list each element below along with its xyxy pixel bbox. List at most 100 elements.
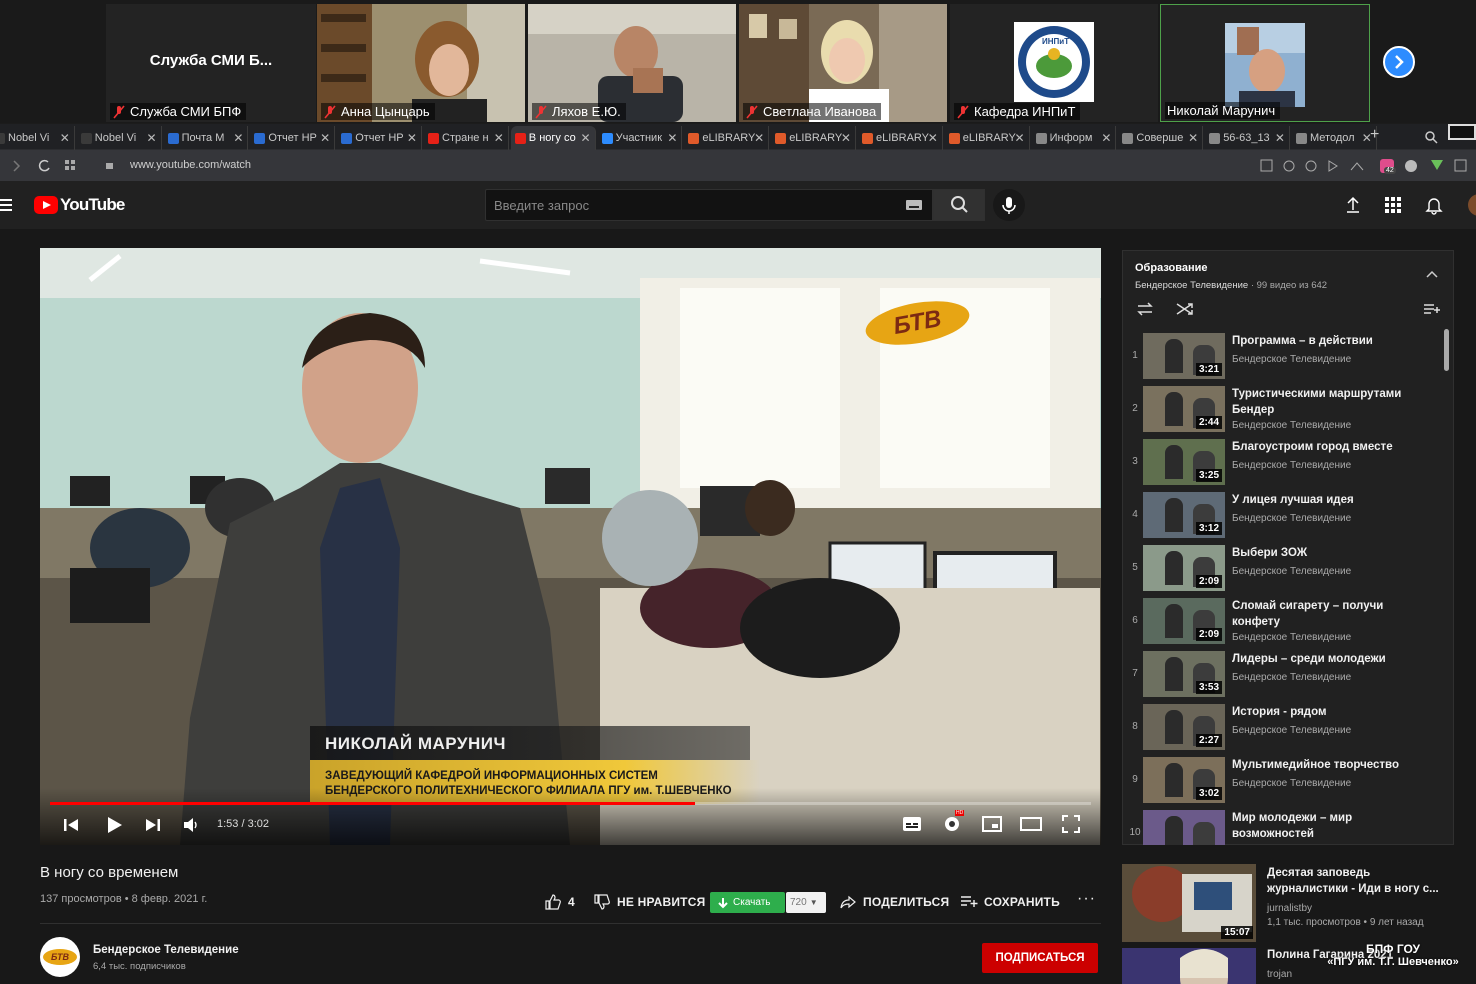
- tab-close-icon[interactable]: ✕: [754, 126, 764, 150]
- like-button[interactable]: 4: [544, 894, 575, 910]
- browser-tab[interactable]: Соверше ✕: [1118, 126, 1204, 150]
- dropdown-caret-icon: ▼: [809, 898, 818, 907]
- loop-icon[interactable]: [1135, 301, 1155, 317]
- tab-close-icon[interactable]: ✕: [928, 126, 938, 150]
- browser-tab[interactable]: Информ ✕: [1032, 126, 1117, 150]
- browser-tab[interactable]: Почта М ✕: [164, 126, 249, 150]
- shuffle-icon[interactable]: [1175, 301, 1195, 317]
- tab-favicon-icon: [1209, 132, 1221, 144]
- playlist-item[interactable]: 6 2:09 Сломай сигарету – получи конфету Бен…: [1123, 598, 1441, 650]
- settings-gear-icon[interactable]: [942, 814, 962, 834]
- playlist-item[interactable]: 2 2:44 Туристическими маршрутами Бендер Бен…: [1123, 386, 1441, 438]
- participant-tile[interactable]: Служба СМИ Б... Служба СМИ БПФ: [106, 4, 316, 122]
- url-field[interactable]: www.youtube.com/watch: [130, 159, 251, 171]
- window-controls[interactable]: [1448, 124, 1476, 140]
- channel-name[interactable]: Бендерское Телевидение: [93, 944, 239, 956]
- notifications-bell-icon[interactable]: [1424, 195, 1444, 215]
- youtube-logo[interactable]: YouTube: [34, 195, 125, 215]
- tab-search-icon[interactable]: [1424, 130, 1438, 144]
- related-video[interactable]: 15:07 Десятая заповедь журналистики - Ид…: [1122, 864, 1452, 942]
- browser-tab[interactable]: eLIBRARY ✕: [771, 126, 856, 150]
- apps-icon[interactable]: [1384, 196, 1402, 214]
- playlist-item[interactable]: 1 3:21 Программа – в действии Бендерское Те…: [1123, 333, 1441, 385]
- browser-tab[interactable]: eLIBRARY ✕: [858, 126, 943, 150]
- toolbar-extension-icons[interactable]: [1255, 156, 1475, 176]
- participant-tile[interactable]: ИНПиТ Кафедра ИНПиТ: [950, 4, 1158, 122]
- save-button[interactable]: СОХРАНИТЬ: [960, 894, 1060, 910]
- participant-tile[interactable]: Ляхов Е.Ю.: [528, 4, 736, 122]
- dislike-button[interactable]: НЕ НРАВИТСЯ: [593, 894, 705, 910]
- playlist-scrollbar[interactable]: [1444, 329, 1449, 371]
- tab-close-icon[interactable]: ✕: [233, 126, 243, 150]
- fullscreen-icon[interactable]: [1062, 815, 1080, 833]
- browser-tab[interactable]: Nobel Vi ✕: [0, 126, 75, 150]
- playlist-item[interactable]: 5 2:09 Выбери ЗОЖ Бендерское Телевидение: [1123, 545, 1441, 597]
- new-tab-button[interactable]: +: [1370, 126, 1379, 144]
- next-icon[interactable]: [144, 816, 162, 834]
- browser-tab[interactable]: В ногу со ✕: [510, 126, 596, 150]
- search-box[interactable]: [485, 189, 933, 221]
- tab-close-icon[interactable]: ✕: [1188, 126, 1198, 150]
- next-page-button[interactable]: [1383, 46, 1415, 78]
- upload-icon[interactable]: [1343, 195, 1363, 215]
- browser-tab[interactable]: eLIBRARY ✕: [684, 126, 770, 150]
- previous-icon[interactable]: [62, 816, 80, 834]
- account-avatar[interactable]: [1468, 194, 1476, 216]
- search-input[interactable]: [486, 190, 896, 220]
- tab-close-icon[interactable]: ✕: [407, 126, 417, 150]
- theater-mode-icon[interactable]: [1020, 817, 1042, 831]
- tab-close-icon[interactable]: ✕: [667, 126, 677, 150]
- playlist-item[interactable]: 3 3:25 Благоустроим город вместе Бендерское…: [1123, 439, 1441, 491]
- tab-close-icon[interactable]: ✕: [494, 126, 504, 150]
- voice-search-button[interactable]: [993, 189, 1025, 221]
- collapse-chevron-icon[interactable]: [1425, 269, 1439, 279]
- progress-bar[interactable]: [50, 802, 1091, 805]
- browser-tab[interactable]: Nobel Vi ✕: [77, 126, 162, 150]
- browser-tab[interactable]: eLIBRARY ✕: [945, 126, 1030, 150]
- browser-tab[interactable]: Отчет НР ✕: [250, 126, 336, 150]
- video-player[interactable]: БТВ НИКОЛАЙ МАРУНИЧ ЗАВЕДУЮЩИЙ КАФЕДРОЙ …: [40, 248, 1101, 845]
- tab-close-icon[interactable]: ✕: [1275, 126, 1285, 150]
- subscribe-button[interactable]: ПОДПИСАТЬСЯ: [982, 943, 1098, 973]
- miniplayer-icon[interactable]: [982, 816, 1002, 832]
- channel-avatar[interactable]: БТВ: [40, 937, 80, 977]
- tab-label: eLIBRARY: [876, 132, 929, 144]
- save-playlist-icon[interactable]: [1423, 303, 1441, 315]
- thumbnail-figure: [1165, 551, 1183, 585]
- tab-close-icon[interactable]: ✕: [320, 126, 330, 150]
- playlist-item[interactable]: 9 3:02 Мультимедийное творчество Бендерское…: [1123, 757, 1441, 809]
- playlist-title[interactable]: Образование: [1135, 262, 1208, 274]
- quality-select[interactable]: 720 ▼: [786, 892, 826, 913]
- volume-icon[interactable]: [182, 817, 200, 833]
- playlist-item[interactable]: 10 Мир молодежи – мир возможностей: [1123, 810, 1441, 845]
- subtitles-icon[interactable]: [902, 816, 922, 832]
- browser-tab[interactable]: Методол ✕: [1292, 126, 1377, 150]
- tab-close-icon[interactable]: ✕: [1015, 126, 1025, 150]
- playlist-item[interactable]: 7 3:53 Лидеры – среди молодежи Бендерское Т…: [1123, 651, 1441, 703]
- tab-close-icon[interactable]: ✕: [1101, 126, 1111, 150]
- video-duration: 2:27: [1195, 734, 1222, 747]
- tab-close-icon[interactable]: ✕: [147, 126, 157, 150]
- browser-address-bar: www.youtube.com/watch 42: [0, 150, 1476, 181]
- keyboard-icon[interactable]: [906, 200, 924, 212]
- browser-tab[interactable]: 56-63_13 ✕: [1205, 126, 1290, 150]
- playlist-owner[interactable]: Бендерское Телевидение: [1135, 280, 1248, 291]
- browser-tab[interactable]: Стране н ✕: [424, 126, 509, 150]
- playlist-item[interactable]: 4 3:12 У лицея лучшая идея Бендерское Телев…: [1123, 492, 1441, 544]
- participant-tile[interactable]: Анна Цынцарь: [317, 4, 525, 122]
- share-button[interactable]: ПОДЕЛИТЬСЯ: [839, 894, 949, 910]
- playlist-item-channel: Бендерское Телевидение: [1232, 566, 1352, 577]
- participant-tile[interactable]: Светлана Иванова: [739, 4, 947, 122]
- tab-close-icon[interactable]: ✕: [841, 126, 851, 150]
- more-actions-icon[interactable]: ···: [1077, 890, 1096, 908]
- menu-icon[interactable]: [0, 198, 14, 212]
- browser-tab[interactable]: Участник ✕: [598, 126, 683, 150]
- tab-close-icon[interactable]: ✕: [581, 126, 591, 150]
- tab-close-icon[interactable]: ✕: [60, 126, 70, 150]
- participant-tile-active-speaker[interactable]: Николай Марунич: [1160, 4, 1370, 122]
- playlist-item[interactable]: 8 2:27 История - рядом Бендерское Телевиден…: [1123, 704, 1441, 756]
- download-button[interactable]: Скачать: [710, 892, 785, 913]
- search-button[interactable]: [933, 189, 985, 221]
- browser-tab[interactable]: Отчет НР ✕: [337, 126, 422, 150]
- play-icon[interactable]: [104, 815, 124, 835]
